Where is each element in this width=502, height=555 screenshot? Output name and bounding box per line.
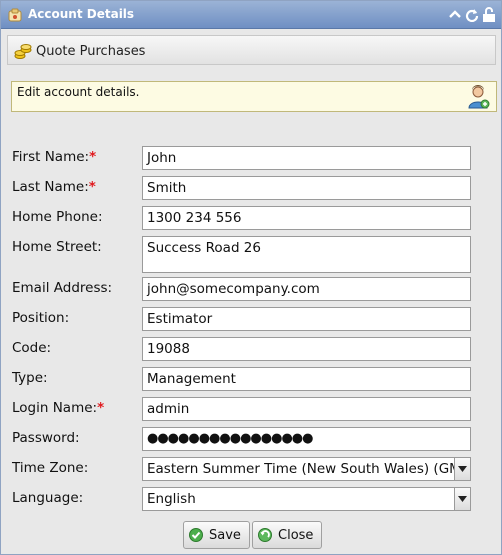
window-title: Account Details: [28, 7, 135, 21]
required-asterisk: *: [89, 149, 97, 165]
coins-icon: [14, 44, 32, 59]
collapse-button[interactable]: [447, 6, 463, 24]
home-street-textarea[interactable]: Success Road 26: [142, 236, 471, 273]
email-address-field[interactable]: john@somecompany.com: [142, 277, 471, 301]
position-field[interactable]: Estimator: [142, 307, 471, 331]
refresh-icon: [465, 9, 479, 23]
last-name-label: Last Name:*: [12, 179, 96, 195]
language-value: English: [147, 491, 196, 507]
required-asterisk: *: [88, 179, 96, 195]
language-label: Language:: [12, 490, 84, 506]
time-zone-label: Time Zone:: [12, 460, 89, 476]
time-zone-select[interactable]: Eastern Summer Time (New South Wales) (G…: [142, 457, 471, 481]
unlock-button[interactable]: [481, 6, 497, 24]
first-name-field[interactable]: John: [142, 146, 471, 170]
check-icon: [189, 528, 203, 542]
language-dropdown-button[interactable]: [454, 488, 470, 510]
info-text: Edit account details.: [17, 85, 140, 99]
close-label: Close: [278, 527, 314, 543]
chevron-down-icon: [458, 496, 467, 502]
home-street-label: Home Street:: [12, 239, 102, 255]
user-edit-icon: [468, 85, 490, 109]
title-bar: Account Details: [1, 1, 501, 29]
account-details-window: Account Details Quote Purchases Edit acc…: [0, 0, 502, 555]
required-asterisk: *: [97, 400, 105, 416]
position-label: Position:: [12, 310, 70, 326]
save-button[interactable]: Save: [183, 521, 250, 549]
last-name-field[interactable]: Smith: [142, 176, 471, 200]
chevron-up-icon: [449, 10, 461, 18]
first-name-label: First Name:*: [12, 149, 97, 165]
login-name-field[interactable]: admin: [142, 397, 471, 421]
info-panel: Edit account details.: [11, 81, 497, 112]
password-field[interactable]: ●●●●●●●●●●●●●●●●: [142, 427, 471, 451]
home-phone-field[interactable]: 1300 234 556: [142, 206, 471, 230]
quote-purchases-button[interactable]: Quote Purchases: [14, 40, 145, 62]
time-zone-dropdown-button[interactable]: [454, 458, 470, 480]
language-select[interactable]: English: [142, 487, 471, 511]
close-button[interactable]: Close: [252, 521, 323, 549]
quote-purchases-label: Quote Purchases: [36, 43, 146, 59]
code-label: Code:: [12, 340, 52, 356]
type-label: Type:: [12, 370, 48, 386]
code-field[interactable]: 19088: [142, 337, 471, 361]
chevron-down-icon: [458, 466, 467, 472]
account-details-app-icon: [8, 8, 22, 22]
time-zone-value: Eastern Summer Time (New South Wales) (G…: [147, 461, 461, 477]
home-phone-label: Home Phone:: [12, 209, 103, 225]
refresh-button[interactable]: [464, 6, 480, 24]
save-label: Save: [209, 527, 241, 543]
email-address-label: Email Address:: [12, 280, 113, 296]
type-field[interactable]: Management: [142, 367, 471, 391]
unlock-icon: [483, 7, 495, 22]
toolbar: Quote Purchases: [7, 35, 496, 65]
password-label: Password:: [12, 430, 80, 446]
login-name-label: Login Name:*: [12, 400, 105, 416]
undo-icon: [258, 528, 272, 542]
